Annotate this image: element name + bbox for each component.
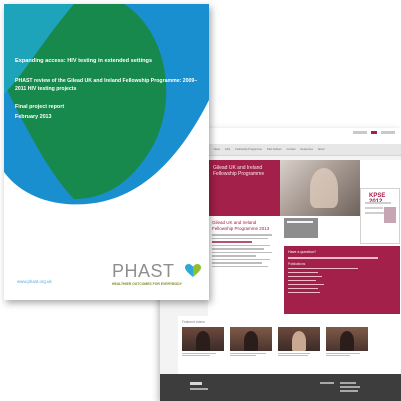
report-title: Expanding access: HIV testing in extende… <box>15 58 153 64</box>
report-url[interactable]: www.phast.org.uk <box>17 279 52 284</box>
video-thumbnail[interactable] <box>182 327 224 351</box>
report-subtitle: PHAST review of the Gilead UK and Irelan… <box>15 78 198 92</box>
site-footer <box>160 374 401 401</box>
hero-photo <box>280 160 360 216</box>
footer-logo <box>190 382 202 385</box>
report-date: February 2013 <box>15 114 52 120</box>
intro-heading: Gilead UK and Ireland Fellowship Program… <box>212 220 270 231</box>
video-card[interactable] <box>182 327 224 357</box>
event-box[interactable]: KPSE 2012 <box>360 188 400 244</box>
publications-heading: Publications <box>288 261 306 266</box>
nav-item-fellowship-programme[interactable]: Fellowship Programme <box>235 148 262 151</box>
report-cover: Expanding access: HIV testing in extende… <box>4 4 209 300</box>
nav-item-contact[interactable]: Contact <box>287 148 296 151</box>
nav-item-past-fellows[interactable]: Past Fellows <box>267 148 282 151</box>
nav-item-about[interactable]: About <box>318 148 325 151</box>
heart-icon <box>185 264 201 277</box>
news-tag[interactable] <box>284 218 318 238</box>
top-link[interactable] <box>381 131 395 134</box>
top-link[interactable] <box>353 131 367 134</box>
top-links <box>353 131 395 134</box>
video-thumbnail[interactable] <box>278 327 320 351</box>
nav-item-resources[interactable]: Resources <box>301 148 313 151</box>
phast-logo: PHAST HEALTHIER OUTCOMES FOR EVERYBODY <box>112 262 204 286</box>
video-card[interactable] <box>326 327 368 357</box>
hero-body: Gilead UK and Ireland Fellowship Program… <box>212 220 276 269</box>
video-card[interactable] <box>230 327 272 357</box>
hero-banner: Gilead UK and Ireland Fellowship Program… <box>208 160 280 216</box>
report-type: Final project report <box>15 104 65 110</box>
featured-videos: Featured videos <box>178 316 401 374</box>
video-card[interactable] <box>278 327 320 357</box>
event-thumbnail <box>384 207 396 223</box>
video-thumbnail[interactable] <box>230 327 272 351</box>
cover-artwork <box>4 4 209 300</box>
hands-image <box>310 168 338 208</box>
question-heading: Have a question? <box>288 250 316 254</box>
top-link-highlight[interactable] <box>371 131 377 134</box>
videos-heading: Featured videos <box>182 320 205 324</box>
site-hero: Gilead UK and Ireland Fellowship Program… <box>208 160 401 318</box>
hero-title: Gilead UK and Ireland Fellowship Program… <box>213 165 265 177</box>
brand-tagline: HEALTHIER OUTCOMES FOR EVERYBODY <box>112 282 182 286</box>
question-panel: Have a question? Publications <box>284 246 400 314</box>
video-thumbnail[interactable] <box>326 327 368 351</box>
nav-item-faq[interactable]: FAQ <box>225 148 230 151</box>
nav-item-news[interactable]: News <box>214 148 221 151</box>
